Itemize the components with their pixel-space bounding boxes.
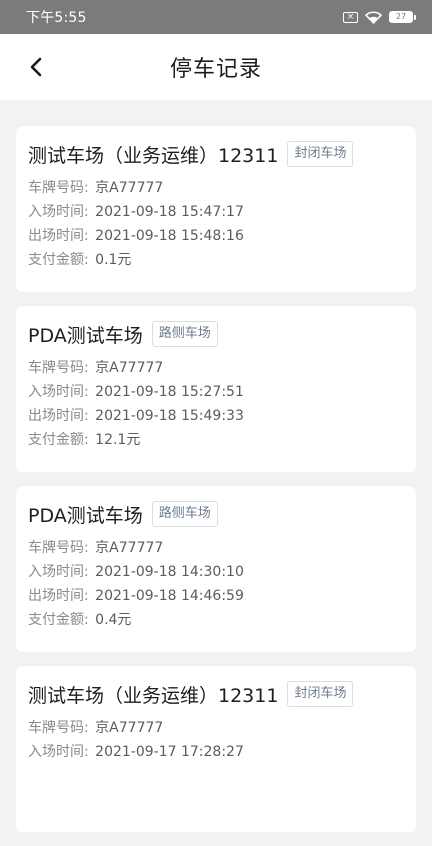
payment-amount-row: 支付金额: 0.4元 xyxy=(28,608,404,632)
plate-value: 京A77777 xyxy=(95,540,164,556)
no-sim-icon: × xyxy=(343,11,358,23)
status-bar: 下午5:55 × 27 xyxy=(0,0,432,34)
payment-amount-row: 支付金额: 12.1元 xyxy=(28,428,404,452)
entry-time-value: 2021-09-18 15:47:17 xyxy=(95,204,244,220)
plate-value: 京A77777 xyxy=(95,180,164,196)
card-title-row: 测试车场（业务运维）12311 封闭车场 xyxy=(28,140,404,168)
payment-amount-label: 支付金额: xyxy=(28,612,89,628)
exit-time-value: 2021-09-18 15:48:16 xyxy=(95,228,244,244)
plate-value: 京A77777 xyxy=(95,360,164,376)
plate-row: 车牌号码: 京A77777 xyxy=(28,716,404,740)
exit-time-row: 出场时间: 2021-09-18 15:48:16 xyxy=(28,224,404,248)
plate-label: 车牌号码: xyxy=(28,360,89,376)
entry-time-value: 2021-09-18 15:27:51 xyxy=(95,384,244,400)
back-button[interactable] xyxy=(22,53,50,81)
plate-row: 车牌号码: 京A77777 xyxy=(28,536,404,560)
payment-amount-label: 支付金额: xyxy=(28,252,89,268)
plate-label: 车牌号码: xyxy=(28,720,89,736)
parking-lot-name: PDA测试车场 xyxy=(28,324,143,347)
entry-time-row: 入场时间: 2021-09-17 17:28:27 xyxy=(28,740,404,764)
parking-lot-name: PDA测试车场 xyxy=(28,504,143,527)
entry-time-row: 入场时间: 2021-09-18 15:47:17 xyxy=(28,200,404,224)
entry-time-label: 入场时间: xyxy=(28,204,89,220)
parking-record-card[interactable]: 测试车场（业务运维）12311 封闭车场 车牌号码: 京A77777 入场时间:… xyxy=(16,126,416,292)
exit-time-row: 出场时间: 2021-09-18 15:49:33 xyxy=(28,404,404,428)
parking-lot-type-badge: 路侧车场 xyxy=(151,501,218,527)
parking-record-list: 测试车场（业务运维）12311 封闭车场 车牌号码: 京A77777 入场时间:… xyxy=(16,126,416,846)
plate-row: 车牌号码: 京A77777 xyxy=(28,176,404,200)
battery-icon: 27 xyxy=(389,11,416,23)
exit-time-value: 2021-09-18 15:49:33 xyxy=(95,408,244,424)
parking-record-card[interactable]: PDA测试车场 路侧车场 车牌号码: 京A77777 入场时间: 2021-09… xyxy=(16,486,416,652)
page-title: 停车记录 xyxy=(169,57,262,82)
plate-value: 京A77777 xyxy=(95,720,164,736)
plate-label: 车牌号码: xyxy=(28,540,89,556)
chevron-left-icon xyxy=(30,57,42,77)
status-time: 下午5:55 xyxy=(26,10,87,26)
parking-record-card[interactable]: PDA测试车场 路侧车场 车牌号码: 京A77777 入场时间: 2021-09… xyxy=(16,306,416,472)
entry-time-label: 入场时间: xyxy=(28,564,89,580)
parking-record-card[interactable]: 测试车场（业务运维）12311 封闭车场 车牌号码: 京A77777 入场时间:… xyxy=(16,666,416,832)
payment-amount-value: 0.1元 xyxy=(95,252,132,268)
exit-time-row: 出场时间: 2021-09-18 14:46:59 xyxy=(28,584,404,608)
battery-level: 27 xyxy=(389,11,413,23)
parking-lot-name: 测试车场（业务运维）12311 xyxy=(28,144,279,167)
card-title-row: PDA测试车场 路侧车场 xyxy=(28,320,404,348)
payment-amount-value: 0.4元 xyxy=(95,612,132,628)
entry-time-row: 入场时间: 2021-09-18 14:30:10 xyxy=(28,560,404,584)
entry-time-value: 2021-09-18 14:30:10 xyxy=(95,564,244,580)
payment-amount-label: 支付金额: xyxy=(28,432,89,448)
nav-header: 停车记录 xyxy=(0,34,432,100)
entry-time-row: 入场时间: 2021-09-18 15:27:51 xyxy=(28,380,404,404)
entry-time-value: 2021-09-17 17:28:27 xyxy=(95,744,244,760)
payment-amount-row: 支付金额: 0.1元 xyxy=(28,248,404,272)
status-icons: × 27 xyxy=(343,10,416,24)
exit-time-label: 出场时间: xyxy=(28,588,89,604)
plate-row: 车牌号码: 京A77777 xyxy=(28,356,404,380)
exit-time-value: 2021-09-18 14:46:59 xyxy=(95,588,244,604)
parking-lot-name: 测试车场（业务运维）12311 xyxy=(28,684,279,707)
parking-lot-type-badge: 封闭车场 xyxy=(287,141,354,167)
plate-label: 车牌号码: xyxy=(28,180,89,196)
card-title-row: PDA测试车场 路侧车场 xyxy=(28,500,404,528)
exit-time-label: 出场时间: xyxy=(28,228,89,244)
payment-amount-value: 12.1元 xyxy=(95,432,141,448)
parking-lot-type-badge: 路侧车场 xyxy=(151,321,218,347)
entry-time-label: 入场时间: xyxy=(28,744,89,760)
parking-lot-type-badge: 封闭车场 xyxy=(287,681,354,707)
wifi-icon xyxy=(365,10,382,24)
card-title-row: 测试车场（业务运维）12311 封闭车场 xyxy=(28,680,404,708)
exit-time-label: 出场时间: xyxy=(28,408,89,424)
entry-time-label: 入场时间: xyxy=(28,384,89,400)
